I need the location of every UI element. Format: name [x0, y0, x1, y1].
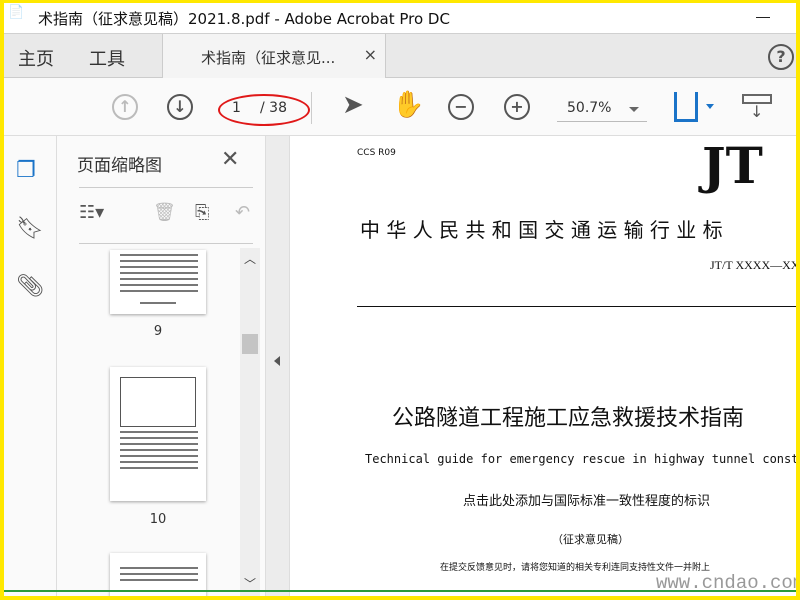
- panel-title: 页面缩略图: [77, 156, 162, 176]
- next-page-button[interactable]: ↓: [167, 94, 193, 120]
- tab-bar: 主页 工具 术指南（征求意见... × ?: [4, 34, 796, 78]
- standard-code: JT/T XXXX—XX: [710, 258, 796, 272]
- down-arrow-icon: ↓: [750, 102, 764, 121]
- zoom-in-button[interactable]: +: [504, 94, 530, 120]
- title-bar: 📄 术指南（征求意见稿）2021.8.pdf - Adobe Acrobat P…: [4, 3, 796, 34]
- close-panel-icon[interactable]: ✕: [221, 147, 239, 172]
- hand-tool-icon[interactable]: ✋: [392, 90, 424, 120]
- document-view: CCS R09 JT 中 华 人 民 共 和 国 交 通 运 输 行 业 标 J…: [290, 136, 796, 596]
- scrollbar-thumb[interactable]: [242, 334, 258, 354]
- tab-tools[interactable]: 工具: [89, 45, 125, 71]
- jt-logo: JT: [702, 136, 763, 195]
- standard-header: 中 华 人 民 共 和 国 交 通 运 输 行 业 标: [360, 218, 723, 242]
- zoom-value: 50.7%: [567, 100, 612, 116]
- thumbnail-page-10[interactable]: [110, 367, 206, 501]
- collapse-panel-button[interactable]: [265, 136, 290, 596]
- scroll-up-icon[interactable]: ︿: [244, 250, 256, 267]
- previous-page-button[interactable]: ↑: [112, 94, 138, 120]
- panel-scrollbar[interactable]: ︿ ﹀: [240, 248, 260, 596]
- help-icon[interactable]: ?: [768, 44, 794, 70]
- select-tool-icon[interactable]: ➤: [342, 90, 364, 120]
- options-menu-icon[interactable]: ☷▾: [79, 202, 104, 223]
- site-logo: 📄: [8, 5, 25, 20]
- divider: [311, 92, 312, 124]
- collapse-arrow-icon: [274, 356, 280, 366]
- thumbnail-label: 10: [149, 512, 167, 527]
- divider: [79, 187, 253, 188]
- chevron-down-icon[interactable]: [706, 104, 714, 113]
- document-subtitle: Technical guide for emergency rescue in …: [365, 452, 796, 466]
- tab-document-label: 术指南（征求意见...: [201, 49, 336, 67]
- acrobat-window: 📄 术指南（征求意见稿）2021.8.pdf - Adobe Acrobat P…: [4, 3, 796, 596]
- thumbnail-label: 9: [153, 324, 163, 339]
- status-line: [4, 590, 796, 592]
- attachment-icon[interactable]: 📎︎: [16, 274, 44, 299]
- zoom-out-button[interactable]: −: [448, 94, 474, 120]
- chevron-down-icon: [629, 107, 639, 117]
- toolbar: ↑ ↓ 1 / 38 ➤ ✋ − + 50.7% ↓: [4, 78, 796, 136]
- intl-conformity: 点击此处添加与国际标准一致性程度的标识: [463, 494, 711, 509]
- close-tab-icon[interactable]: ×: [364, 45, 377, 64]
- divider: [357, 306, 796, 307]
- tab-document[interactable]: 术指南（征求意见... ×: [162, 34, 386, 78]
- fit-page-icon[interactable]: [674, 92, 698, 122]
- thumbnails-panel: 页面缩略图 ✕ ☷▾ 🗑︎ ⎘ ↶ 9 10 ︿ ﹀: [57, 136, 265, 596]
- draft-label: （征求意见稿）: [552, 533, 629, 546]
- bookmark-icon[interactable]: 🔖︎: [16, 216, 44, 241]
- tab-home[interactable]: 主页: [18, 45, 54, 71]
- divider: [79, 243, 253, 244]
- ccs-code: CCS R09: [357, 148, 396, 158]
- minimize-button[interactable]: [756, 17, 770, 18]
- left-rail: ❐ 🔖︎ 📎︎: [4, 136, 57, 596]
- delete-icon: 🗑︎: [153, 202, 176, 223]
- page-thumbnails-icon[interactable]: ❐: [16, 158, 36, 183]
- rotate-icon: ↶: [235, 202, 251, 223]
- insert-page-icon[interactable]: ⎘: [195, 202, 209, 223]
- zoom-select[interactable]: 50.7%: [557, 98, 647, 122]
- window-title: 术指南（征求意见稿）2021.8.pdf - Adobe Acrobat Pro…: [38, 10, 450, 28]
- thumbnail-page-9[interactable]: [110, 250, 206, 314]
- document-title: 公路隧道工程施工应急救援技术指南: [392, 406, 745, 431]
- red-annotation-ellipse: [218, 94, 310, 126]
